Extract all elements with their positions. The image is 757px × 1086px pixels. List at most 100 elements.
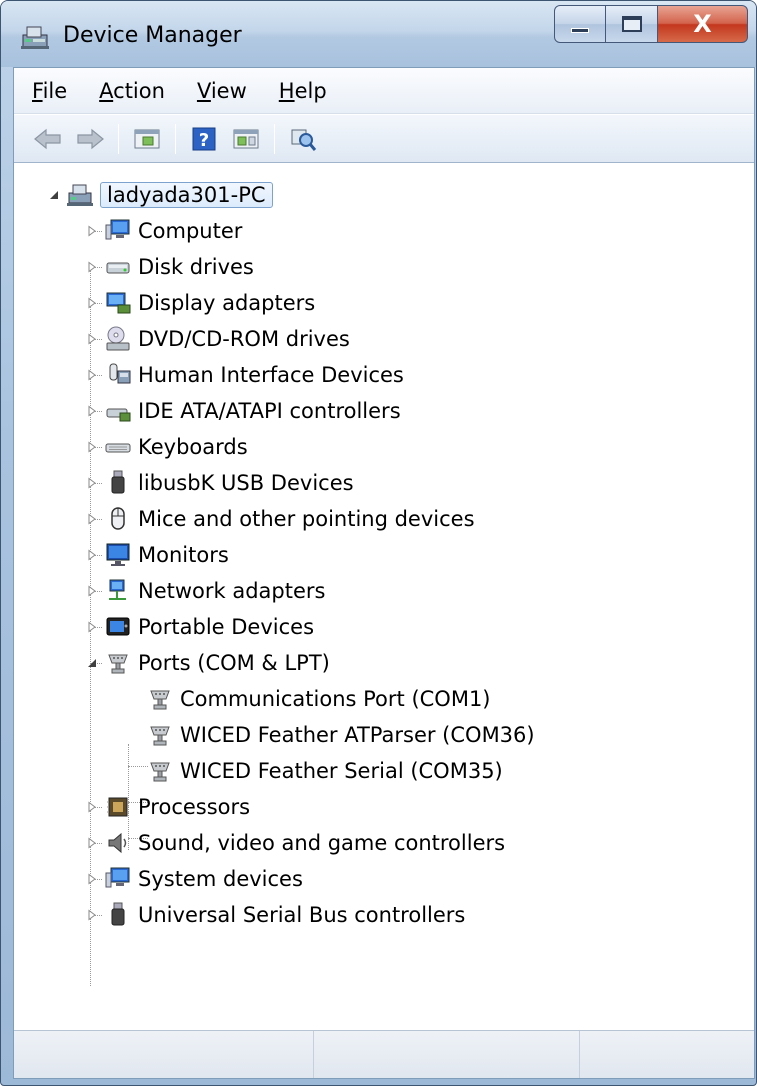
system-device-icon [104,865,132,893]
help-button[interactable]: ? [186,121,222,157]
dvd-drive-icon [104,325,132,353]
tree-item-label: IDE ATA/ATAPI controllers [138,399,401,423]
tree-item-universal-serial-bus-controllers[interactable]: Universal Serial Bus controllers [84,898,465,932]
expand-arrow-icon[interactable] [84,871,100,887]
tree-item-ide-ata-atapi-controllers[interactable]: IDE ATA/ATAPI controllers [84,394,401,428]
tree-item-label: DVD/CD-ROM drives [138,327,350,351]
tree-item-communications-port-com1[interactable]: Communications Port (COM1) [126,682,491,716]
forward-arrow-icon [77,128,104,149]
back-button[interactable] [30,121,66,157]
disk-drive-icon [104,253,132,281]
maximize-button[interactable] [606,5,658,43]
window-title: Device Manager [63,23,242,48]
tree-item-label: libusbK USB Devices [138,471,354,495]
scan-hardware-button[interactable] [285,121,321,157]
expand-arrow-icon[interactable] [84,619,100,635]
tree-item-network-adapters[interactable]: Network adapters [84,574,325,608]
status-pane-2 [314,1031,580,1078]
expand-arrow-icon[interactable] [84,439,100,455]
menu-file[interactable]: File [32,79,67,103]
expand-arrow-icon[interactable] [84,835,100,851]
menu-help[interactable]: Help [279,79,327,103]
expand-arrow-icon[interactable] [84,799,100,815]
keyboard-icon [104,433,132,461]
root-label: ladyada301-PC [100,182,273,208]
mouse-icon [104,505,132,533]
tree-root[interactable]: ladyada301-PC [46,178,273,212]
tree-item-sound-video-and-game-controllers[interactable]: Sound, video and game controllers [84,826,505,860]
status-bar [14,1030,754,1078]
show-hide-console-tree-icon [134,129,160,148]
tree-item-keyboards[interactable]: Keyboards [84,430,248,464]
collapse-arrow-icon[interactable] [46,187,62,203]
expand-arrow-icon[interactable] [84,907,100,923]
close-icon: X [693,10,712,38]
caption-buttons: X [554,5,748,47]
ide-controller-icon [104,397,132,425]
expand-arrow-icon[interactable] [84,223,100,239]
maximize-icon [621,16,642,32]
tree-item-human-interface-devices[interactable]: Human Interface Devices [84,358,404,392]
toolbar-separator [274,123,275,154]
tree-item-wiced-feather-atparser-com36[interactable]: WICED Feather ATParser (COM36) [126,718,535,752]
tree-item-label: Mice and other pointing devices [138,507,475,531]
network-adapter-icon [104,577,132,605]
toolbar-separator [118,123,119,154]
tree-item-processors[interactable]: Processors [84,790,250,824]
tree-item-label: Processors [138,795,251,819]
tree-item-dvd-cd-rom-drives[interactable]: DVD/CD-ROM drives [84,322,350,356]
portable-device-icon [104,613,132,641]
tree-item-disk-drives[interactable]: Disk drives [84,250,254,284]
tree-item-display-adapters[interactable]: Display adapters [84,286,315,320]
collapse-arrow-icon[interactable] [84,655,100,671]
svg-text:?: ? [199,130,209,151]
tree-item-label: Human Interface Devices [138,363,404,387]
computer-icon [104,217,132,245]
device-manager-window: Device Manager X File Action View Help ?… [0,0,757,1086]
expand-arrow-icon[interactable] [84,259,100,275]
back-arrow-icon [34,128,61,149]
minimize-button[interactable] [554,5,606,43]
tree-item-libusbk-usb-devices[interactable]: libusbK USB Devices [84,466,354,500]
tree-item-system-devices[interactable]: System devices [84,862,303,896]
port-icon [146,685,174,713]
menu-bar: File Action View Help [14,68,754,114]
minimize-icon [571,27,589,33]
tree-item-wiced-feather-serial-com35[interactable]: WICED Feather Serial (COM35) [126,754,503,788]
tree-item-mice-and-other-pointing-devices[interactable]: Mice and other pointing devices [84,502,475,536]
tree-item-computer[interactable]: Computer [84,214,242,248]
menu-view[interactable]: View [197,79,247,103]
usb-plug-icon [104,469,132,497]
tree-item-portable-devices[interactable]: Portable Devices [84,610,314,644]
action-pane-button[interactable] [228,121,264,157]
expand-arrow-icon[interactable] [84,403,100,419]
tree-item-label: Monitors [138,543,229,567]
expand-arrow-icon[interactable] [84,583,100,599]
expand-arrow-icon[interactable] [84,511,100,527]
tree-item-label: Universal Serial Bus controllers [138,903,466,927]
expand-arrow-icon[interactable] [84,295,100,311]
title-bar[interactable]: Device Manager X [1,1,756,67]
forward-button[interactable] [72,121,108,157]
close-button[interactable]: X [658,5,748,43]
expand-arrow-icon[interactable] [84,475,100,491]
port-icon [146,721,174,749]
device-tree[interactable]: ladyada301-PC Computer Disk drives Display… [14,168,754,1028]
computer-root-icon [66,181,94,209]
tree-item-label: Sound, video and game controllers [138,831,506,855]
menu-action[interactable]: Action [99,79,165,103]
hid-icon [104,361,132,389]
expand-arrow-icon[interactable] [84,331,100,347]
tree-item-label: Ports (COM & LPT) [138,651,330,675]
usb-plug-icon [104,901,132,929]
show-hide-console-tree-button[interactable] [129,121,165,157]
speaker-icon [104,829,132,857]
tree-item-ports-com-lpt[interactable]: Ports (COM & LPT) [84,646,330,680]
monitor-icon [104,541,132,569]
expand-arrow-icon[interactable] [84,547,100,563]
tree-item-monitors[interactable]: Monitors [84,538,229,572]
expand-arrow-icon[interactable] [84,367,100,383]
